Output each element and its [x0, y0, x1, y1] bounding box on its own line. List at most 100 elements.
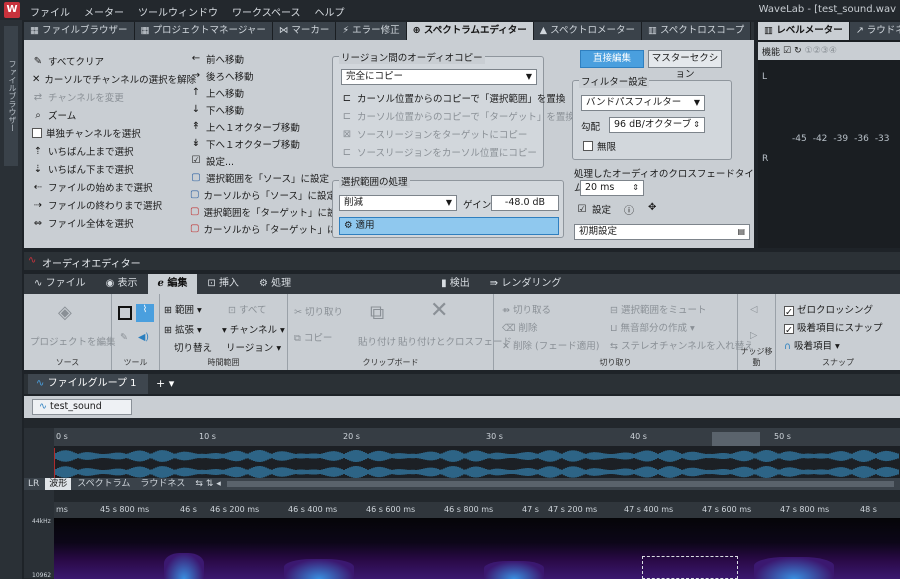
apply-button[interactable]: ⚙ 適用: [339, 217, 559, 235]
tab-project-manager[interactable]: ▦ プロジェクトマネージャー: [134, 22, 273, 40]
copy-source-to-cursor-option[interactable]: ⊏ ソースリージョンをカーソル位置にコピー: [341, 143, 537, 161]
tab-file[interactable]: ∿ ファイル: [24, 274, 96, 294]
tab-spectroscope[interactable]: ▥ スペクトロスコープ: [641, 22, 752, 40]
menu-file[interactable]: ファイル: [30, 4, 70, 19]
tab-loudness-meter[interactable]: ↗ ラウドネスメ: [849, 22, 900, 40]
single-channel-toggle[interactable]: 単独チャンネルを選択: [32, 124, 182, 142]
mute-selection-button[interactable]: ⊟ 選択範囲をミュート: [610, 302, 707, 316]
file-tab[interactable]: ∿ test_sound: [32, 399, 132, 415]
crossfade-field[interactable]: 20 ms ⇕: [580, 180, 644, 196]
delete-fade-button[interactable]: ✕ 削除 (フェード適用): [502, 338, 599, 352]
time-ruler[interactable]: ms 45 s 800 ms 46 s 46 s 200 ms 46 s 400…: [54, 502, 900, 518]
move-next-button[interactable]: → 後ろへ移動: [190, 67, 330, 84]
tab-detect[interactable]: ▮ 検出: [431, 274, 480, 294]
select-to-top-button[interactable]: ⇡ いちばん上まで選択: [32, 142, 182, 160]
select-to-start-button[interactable]: ⇠ ファイルの始めまで選択: [32, 178, 182, 196]
select-all-button[interactable]: ⊡ すべて: [228, 302, 266, 316]
octave-up-button[interactable]: ↟ 上へ１オクターブ移動: [190, 118, 330, 135]
select-to-end-button[interactable]: ⇢ ファイルの終わりまで選択: [32, 196, 182, 214]
clear-all-button[interactable]: ✎ すべてクリア: [32, 52, 182, 70]
swap-stereo-button[interactable]: ⇆ ステレオチャンネルを入れ替え: [610, 338, 754, 352]
octave-down-button[interactable]: ↡ 下へ１オクターブ移動: [190, 135, 330, 152]
cut-button[interactable]: ✂ 切り取り: [294, 304, 343, 318]
file-browser-side-tab[interactable]: ファイルブラウザー: [4, 26, 18, 166]
view-tab-lr[interactable]: LR: [24, 478, 43, 490]
add-group-icon[interactable]: + ▾: [156, 377, 174, 390]
tab-view[interactable]: ◉ 表示: [96, 274, 148, 294]
range-tool-icon[interactable]: ⌇: [136, 304, 154, 322]
waveform-display[interactable]: [54, 446, 900, 482]
gain-field[interactable]: -48.0 dB: [491, 195, 559, 211]
infinite-checkbox[interactable]: 無限: [583, 137, 616, 155]
view-tab-arrows-icon[interactable]: ⇆ ⇅ ◂: [191, 478, 224, 490]
overview-ruler[interactable]: 0 s 10 s 20 s 30 s 40 s 50 s: [54, 428, 900, 446]
region-button[interactable]: リージョン ▾: [226, 340, 281, 354]
copy-mode-select[interactable]: 完全にコピー ▼: [341, 69, 537, 85]
meter-reset-icon[interactable]: ↻: [794, 46, 802, 56]
edit-project-button[interactable]: プロジェクトを編集: [30, 334, 116, 348]
slope-field[interactable]: 96 dB/オクターブ ⇕: [609, 117, 705, 133]
filter-type-select[interactable]: バンドパスフィルター ▼: [581, 95, 705, 111]
spectral-selection-box[interactable]: [642, 556, 738, 579]
speaker-tool-icon[interactable]: ◀): [138, 332, 149, 343]
tab-process[interactable]: ⚙ 処理: [249, 274, 301, 294]
channel-button[interactable]: ▾ チャンネル ▾: [222, 322, 285, 336]
trim-button[interactable]: ⇻ 切り取る: [502, 302, 551, 316]
master-section-button[interactable]: マスターセクション: [648, 50, 722, 80]
preset-settings-button[interactable]: ☑ 設定: [576, 200, 612, 218]
menu-help[interactable]: ヘルプ: [315, 4, 345, 19]
tab-render[interactable]: ⇛ レンダリング: [480, 274, 572, 294]
select-tool-icon[interactable]: [118, 306, 132, 320]
meter-settings-icon[interactable]: ☑: [783, 46, 791, 56]
select-to-bottom-button[interactable]: ⇣ いちばん下まで選択: [32, 160, 182, 178]
tab-marker[interactable]: ⋈ マーカー: [272, 22, 337, 40]
tab-spectrum-editor[interactable]: ⊕ スペクトラムエディター: [406, 22, 534, 40]
nudge-right-icon[interactable]: ▷: [750, 330, 757, 341]
settings-button[interactable]: ☑ 設定...: [190, 152, 330, 169]
set-cursor-source-button[interactable]: ▢ カーソルから「ソース」に設定: [190, 186, 336, 203]
process-mode-select[interactable]: 削減 ▼: [339, 195, 457, 211]
spectrogram-display[interactable]: [54, 518, 900, 579]
pin-icon[interactable]: ✥: [648, 202, 656, 213]
tab-level-meter[interactable]: ▥ レベルメーター: [758, 22, 850, 40]
deselect-channel-button[interactable]: ✕ カーソルでチャンネルの選択を解除: [32, 70, 196, 88]
move-up-button[interactable]: ↑ 上へ移動: [190, 84, 330, 101]
range-button[interactable]: ⊞ 範囲 ▾: [164, 302, 202, 316]
toggle-button[interactable]: 切り替え: [174, 340, 212, 354]
overview-view-box[interactable]: [712, 432, 760, 446]
view-tab-loudness[interactable]: ラウドネス: [136, 478, 189, 490]
tab-insert[interactable]: ⊡ 挿入: [197, 274, 249, 294]
zoom-button[interactable]: ⌕ ズーム: [32, 106, 182, 124]
snap-to-magnets-checkbox[interactable]: ✓ 吸着項目にスナップ: [784, 320, 883, 336]
replace-target-option[interactable]: ⊏ カーソル位置からのコピーで「ターゲット」を置換: [341, 107, 575, 125]
menu-workspace[interactable]: ワークスペース: [232, 4, 301, 19]
tab-spectrometer[interactable]: ▲ スペクトロメーター: [533, 22, 642, 40]
delete-button[interactable]: ⌫ 削除: [502, 320, 537, 334]
pencil-tool-icon[interactable]: ✎: [120, 332, 128, 343]
set-selection-source-button[interactable]: ▢ 選択範囲を「ソース」に設定: [190, 169, 330, 186]
paste-button[interactable]: 貼り付け: [358, 334, 396, 348]
silence-button[interactable]: ⊔ 無音部分の作成 ▾: [610, 320, 695, 334]
change-channel-button[interactable]: ⇄ チャンネルを変更: [32, 88, 182, 106]
meter-preset-icons[interactable]: ①②③④: [805, 46, 837, 56]
move-prev-button[interactable]: ← 前へ移動: [190, 50, 330, 67]
tab-file-browser[interactable]: ▦ ファイルブラウザー: [24, 22, 135, 40]
zero-crossing-checkbox[interactable]: ✓ ゼロクロッシング: [784, 302, 873, 318]
expand-button[interactable]: ⊞ 拡張 ▾: [164, 322, 202, 336]
file-group-tab[interactable]: ∿ ファイルグループ 1: [28, 374, 148, 394]
horizontal-scrollbar[interactable]: [226, 481, 894, 487]
menu-tool-window[interactable]: ツールウィンドウ: [138, 4, 218, 19]
set-selection-target-button[interactable]: ▢ 選択範囲を「ターゲット」に設定: [190, 203, 346, 220]
replace-selection-option[interactable]: ⊏ カーソル位置からのコピーで「選択範囲」を置換: [341, 89, 566, 107]
direct-edit-button[interactable]: 直接編集: [580, 50, 644, 68]
view-tab-waveform[interactable]: 波形: [45, 478, 72, 490]
move-down-button[interactable]: ↓ 下へ移動: [190, 101, 330, 118]
view-tab-spectrum[interactable]: スペクトラム: [73, 478, 134, 490]
menu-meter[interactable]: メーター: [84, 4, 124, 19]
nudge-left-icon[interactable]: ◁: [750, 304, 757, 315]
magnets-button[interactable]: ∩ 吸着項目 ▾: [784, 338, 840, 352]
copy-source-to-target-option[interactable]: ⊠ ソースリージョンをターゲットにコピー: [341, 125, 528, 143]
copy-button[interactable]: ⧉ コピー: [294, 330, 332, 344]
meter-func-label[interactable]: 機能: [762, 45, 780, 58]
set-cursor-target-button[interactable]: ▢ カーソルから「ターゲット」に設定: [190, 220, 355, 237]
